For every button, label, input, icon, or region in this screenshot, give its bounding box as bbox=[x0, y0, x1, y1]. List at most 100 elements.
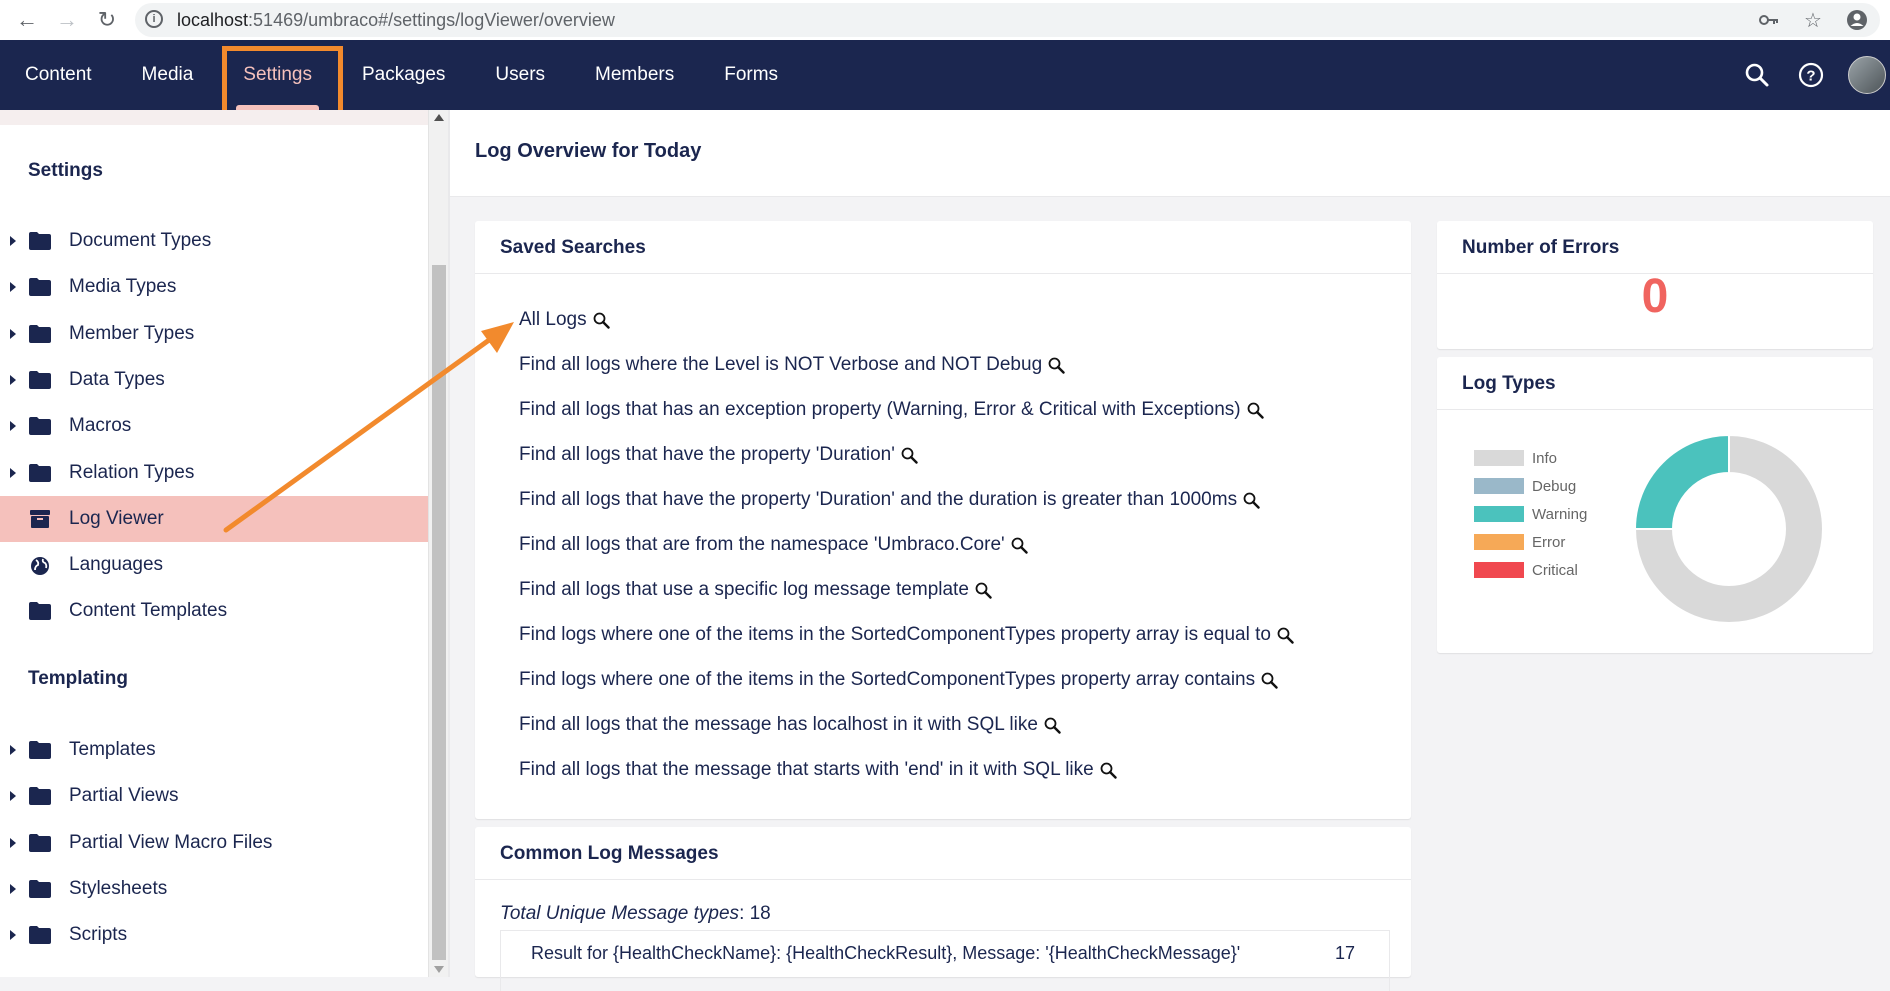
saved-search-label: Find all logs that have the property 'Du… bbox=[519, 444, 895, 465]
forward-icon[interactable]: → bbox=[52, 5, 82, 35]
legend-entry[interactable]: Warning bbox=[1474, 500, 1587, 528]
donut-slice-warning[interactable] bbox=[1633, 433, 1730, 530]
magnifier-icon[interactable] bbox=[1100, 762, 1117, 779]
legend-label: Critical bbox=[1532, 561, 1578, 579]
search-icon[interactable] bbox=[1740, 58, 1774, 92]
magnifier-icon[interactable] bbox=[1247, 402, 1264, 419]
number-of-errors-card: Number of Errors 0 bbox=[1437, 221, 1873, 349]
nav-content[interactable]: Content bbox=[0, 40, 117, 110]
magnifier-icon[interactable] bbox=[1277, 627, 1294, 644]
magnifier-icon[interactable] bbox=[1011, 537, 1028, 554]
saved-search-item[interactable]: All Logs bbox=[519, 309, 610, 331]
sidebar-item-label: Templates bbox=[69, 739, 156, 760]
folder-icon bbox=[29, 787, 51, 806]
magnifier-icon[interactable] bbox=[1044, 717, 1061, 734]
sidebar-item-content-templates[interactable]: Content Templates bbox=[0, 588, 428, 634]
nav-forms[interactable]: Forms bbox=[699, 40, 803, 110]
expand-caret-icon[interactable] bbox=[10, 421, 16, 432]
legend-entry[interactable]: Error bbox=[1474, 528, 1587, 556]
nav-members[interactable]: Members bbox=[570, 40, 699, 110]
magnifier-icon[interactable] bbox=[975, 582, 992, 599]
saved-search-item[interactable]: Find all logs where the Level is NOT Ver… bbox=[519, 354, 1065, 376]
sidebar-item-label: Log Viewer bbox=[69, 507, 164, 529]
expand-caret-icon[interactable] bbox=[10, 930, 16, 941]
sidebar-item-languages[interactable]: Languages bbox=[0, 542, 428, 588]
key-icon[interactable] bbox=[1754, 5, 1784, 35]
saved-search-item[interactable]: Find all logs that are from the namespac… bbox=[519, 534, 1028, 556]
back-icon[interactable]: ← bbox=[12, 5, 42, 35]
scroll-down-icon[interactable] bbox=[434, 966, 444, 973]
saved-search-item[interactable]: Find all logs that use a specific log me… bbox=[519, 579, 992, 601]
sidebar-item-partial-views[interactable]: Partial Views bbox=[0, 773, 428, 819]
sidebar-item-macros[interactable]: Macros bbox=[0, 403, 428, 449]
sidebar-item-media-types[interactable]: Media Types bbox=[0, 264, 428, 310]
folder-icon bbox=[29, 741, 51, 759]
sidebar-item-label: Partial Views bbox=[69, 785, 179, 807]
expand-caret-icon[interactable] bbox=[10, 374, 16, 385]
expand-caret-icon[interactable] bbox=[10, 236, 16, 246]
sidebar-item-scripts[interactable]: Scripts bbox=[0, 912, 428, 958]
legend-entry[interactable]: Info bbox=[1474, 444, 1587, 472]
saved-search-label: Find all logs that have the property 'Du… bbox=[519, 489, 1238, 510]
expand-caret-icon[interactable] bbox=[10, 328, 16, 339]
user-avatar[interactable] bbox=[1848, 56, 1886, 94]
nav-users[interactable]: Users bbox=[470, 40, 570, 110]
sidebar-scrollbar[interactable] bbox=[428, 110, 449, 977]
folder-icon bbox=[29, 926, 51, 945]
legend-swatch bbox=[1474, 478, 1524, 494]
sidebar-item-stylesheets[interactable]: Stylesheets bbox=[0, 866, 428, 912]
saved-search-label: Find all logs that the message that star… bbox=[519, 759, 1094, 780]
saved-search-item[interactable]: Find logs where one of the items in the … bbox=[519, 624, 1294, 646]
folder-icon bbox=[29, 232, 51, 250]
sidebar-item-partial-view-macro-files[interactable]: Partial View Macro Files bbox=[0, 820, 428, 866]
expand-caret-icon[interactable] bbox=[10, 791, 16, 802]
address-bar[interactable]: i localhost:51469/umbraco#/settings/logV… bbox=[135, 3, 1880, 37]
expand-caret-icon[interactable] bbox=[10, 883, 16, 894]
log-types-donut bbox=[1633, 433, 1824, 624]
sidebar-item-label: Macros bbox=[69, 415, 132, 437]
total-unique-label: Total Unique Message types bbox=[500, 903, 740, 924]
sidebar-item-document-types[interactable]: Document Types bbox=[0, 218, 428, 264]
site-info-icon[interactable]: i bbox=[145, 10, 163, 28]
message-template[interactable]: Result for {HealthCheckName}: {HealthChe… bbox=[531, 943, 1240, 964]
profile-icon[interactable] bbox=[1842, 5, 1872, 35]
reload-icon[interactable]: ↻ bbox=[92, 5, 122, 35]
expand-caret-icon[interactable] bbox=[10, 282, 16, 293]
bookmark-star-icon[interactable]: ☆ bbox=[1798, 5, 1828, 35]
sidebar-item-log-viewer[interactable]: Log Viewer bbox=[0, 495, 428, 542]
expand-caret-icon[interactable] bbox=[10, 745, 16, 755]
legend-swatch bbox=[1474, 562, 1524, 578]
sidebar-item-templates[interactable]: Templates bbox=[0, 727, 428, 773]
magnifier-icon[interactable] bbox=[1048, 357, 1065, 374]
legend-swatch bbox=[1474, 506, 1524, 522]
scrollbar-thumb[interactable] bbox=[432, 265, 446, 960]
scroll-up-icon[interactable] bbox=[434, 114, 444, 121]
saved-search-item[interactable]: Find all logs that has an exception prop… bbox=[519, 399, 1264, 421]
sidebar-item-label: Partial View Macro Files bbox=[69, 831, 273, 853]
saved-search-item[interactable]: Find all logs that the message has local… bbox=[519, 714, 1061, 736]
legend-entry[interactable]: Debug bbox=[1474, 472, 1587, 500]
sidebar-item-member-types[interactable]: Member Types bbox=[0, 311, 428, 357]
sidebar-item-data-types[interactable]: Data Types bbox=[0, 357, 428, 403]
magnifier-icon[interactable] bbox=[593, 312, 610, 329]
magnifier-icon[interactable] bbox=[1261, 672, 1278, 689]
saved-searches-card: Saved Searches All Logs Find all logs whe… bbox=[475, 221, 1411, 819]
url-text[interactable]: localhost:51469/umbraco#/settings/logVie… bbox=[177, 10, 615, 31]
magnifier-icon[interactable] bbox=[1243, 492, 1260, 509]
expand-caret-icon[interactable] bbox=[10, 467, 16, 478]
legend-entry[interactable]: Critical bbox=[1474, 556, 1587, 584]
sidebar-item-relation-types[interactable]: Relation Types bbox=[0, 450, 428, 496]
magnifier-icon[interactable] bbox=[901, 447, 918, 464]
expand-caret-icon[interactable] bbox=[10, 837, 16, 848]
saved-search-item[interactable]: Find all logs that have the property 'Du… bbox=[519, 444, 918, 466]
help-icon[interactable]: ? bbox=[1794, 58, 1828, 92]
folder-icon bbox=[29, 278, 51, 297]
errors-title: Number of Errors bbox=[1462, 237, 1620, 258]
sidebar-item-label: Relation Types bbox=[69, 461, 195, 483]
saved-search-item[interactable]: Find logs where one of the items in the … bbox=[519, 669, 1278, 691]
nav-media[interactable]: Media bbox=[117, 40, 219, 110]
nav-packages[interactable]: Packages bbox=[337, 40, 470, 110]
saved-search-item[interactable]: Find all logs that the message that star… bbox=[519, 759, 1117, 781]
saved-search-item[interactable]: Find all logs that have the property 'Du… bbox=[519, 489, 1260, 511]
section-title-settings: Settings bbox=[28, 160, 103, 181]
